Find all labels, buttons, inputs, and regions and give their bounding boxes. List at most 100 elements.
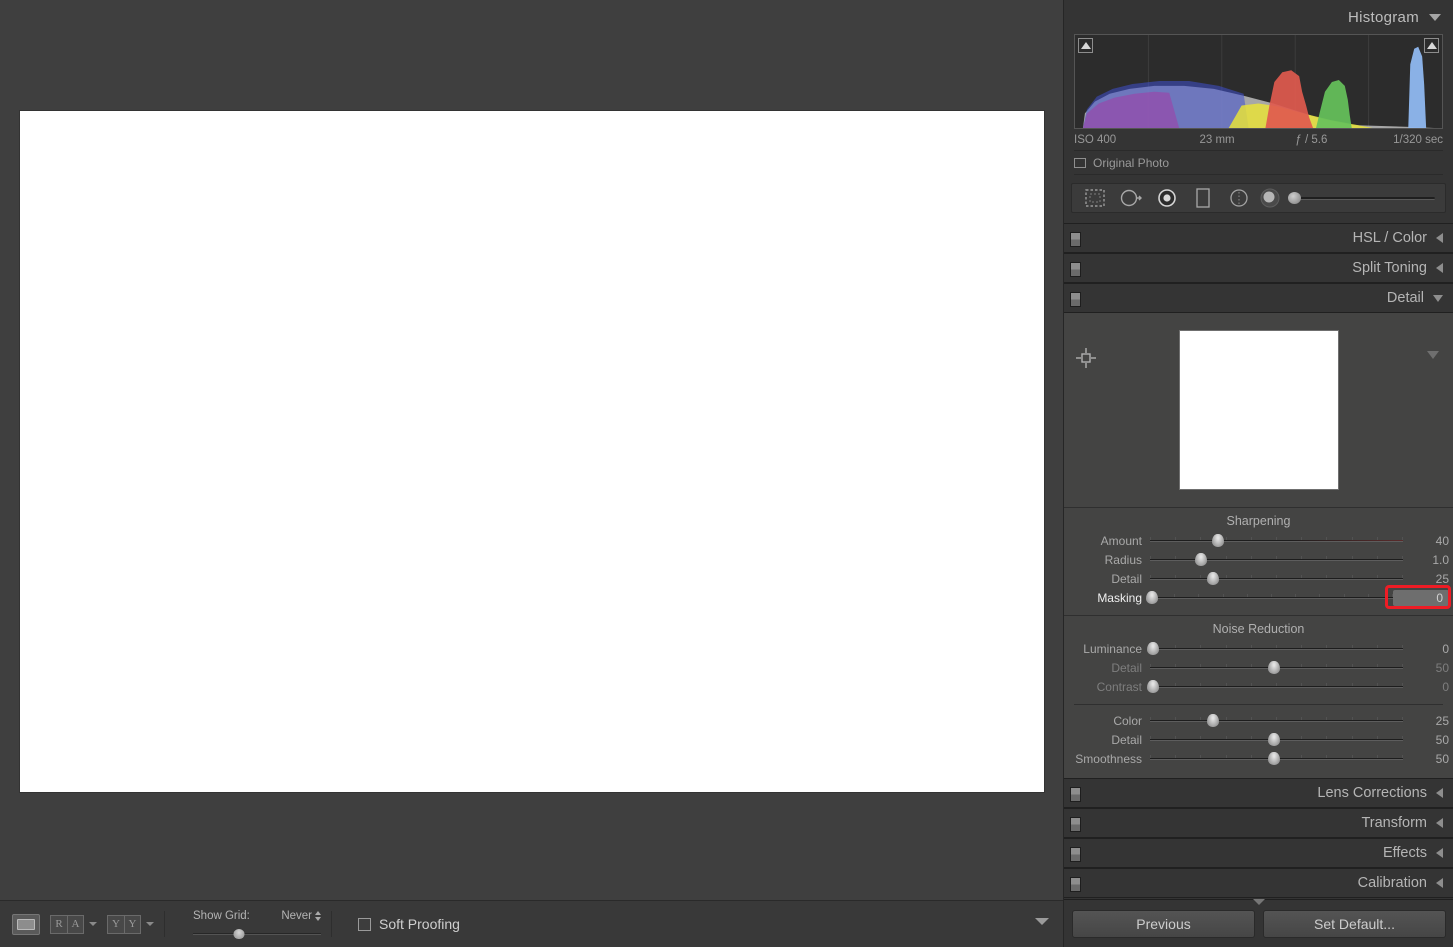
slider-knob-detail-sharpening[interactable] — [1207, 571, 1220, 585]
set-default-button[interactable]: Set Default... — [1263, 909, 1446, 938]
slider-row-color-detail[interactable]: Detail 50 — [1064, 730, 1453, 749]
chevron-left-icon[interactable] — [1436, 848, 1443, 858]
slider-row-smoothness[interactable]: Smoothness 50 — [1064, 749, 1453, 768]
before-after-caret-icon[interactable] — [89, 922, 97, 926]
slider-track-masking[interactable] — [1146, 590, 1393, 605]
panel-header-hsl-color[interactable]: HSL / Color — [1064, 223, 1453, 253]
before-after-button[interactable]: R A — [50, 914, 84, 934]
slider-label-masking: Masking — [1097, 590, 1142, 605]
panel-switch-detail[interactable] — [1070, 292, 1081, 307]
highlight-clipping-indicator[interactable] — [1424, 38, 1439, 53]
crop-icon[interactable] — [1078, 185, 1112, 211]
show-grid-stepper-icon[interactable] — [315, 910, 321, 921]
target-adjustment-icon[interactable] — [1076, 348, 1096, 368]
chevron-left-icon[interactable] — [1436, 878, 1443, 888]
panel-header-effects[interactable]: Effects — [1064, 838, 1453, 868]
chevron-left-icon[interactable] — [1436, 788, 1443, 798]
slider-value-color[interactable]: 25 — [1403, 714, 1449, 728]
slider-row-radius[interactable]: Radius 1.0 — [1064, 550, 1453, 569]
slider-value-luminance[interactable]: 0 — [1403, 642, 1449, 656]
toolbar-collapse-caret-icon[interactable] — [1035, 918, 1049, 925]
panel-switch-effects[interactable] — [1070, 847, 1081, 862]
triangle-down-icon[interactable] — [1427, 351, 1439, 359]
panel-header-split-toning[interactable]: Split Toning — [1064, 253, 1453, 283]
panel-switch-split-toning[interactable] — [1070, 262, 1081, 277]
panel-switch-hsl-color[interactable] — [1070, 232, 1081, 247]
panel-header-transform[interactable]: Transform — [1064, 808, 1453, 838]
chevron-left-icon[interactable] — [1436, 818, 1443, 828]
slider-row-detail-sharpening[interactable]: Detail 25 — [1064, 569, 1453, 588]
slider-knob-luminance-contrast[interactable] — [1146, 679, 1159, 693]
chevron-left-icon[interactable] — [1436, 233, 1443, 243]
histogram-header[interactable]: Histogram — [1064, 0, 1453, 34]
loupe-view-icon[interactable] — [12, 913, 40, 935]
slider-row-luminance[interactable]: Luminance 0 — [1064, 639, 1453, 658]
image-view-area[interactable] — [0, 0, 1063, 900]
panel-header-calibration[interactable]: Calibration — [1064, 868, 1453, 898]
graduated-filter-icon[interactable] — [1186, 185, 1220, 211]
red-eye-icon[interactable] — [1150, 185, 1184, 211]
shadow-clipping-indicator[interactable] — [1078, 38, 1093, 53]
show-grid-value[interactable]: Never — [281, 910, 312, 922]
original-photo-toggle[interactable]: Original Photo — [1074, 151, 1443, 175]
spot-removal-icon[interactable] — [1114, 185, 1148, 211]
slider-value-radius[interactable]: 1.0 — [1403, 553, 1449, 567]
slider-value-smoothness[interactable]: 50 — [1403, 752, 1449, 766]
compare-view-button[interactable]: Y Y — [107, 914, 141, 934]
panel-switch-calibration[interactable] — [1070, 877, 1081, 892]
slider-track-amount[interactable] — [1150, 533, 1403, 548]
radial-filter-icon[interactable] — [1222, 185, 1256, 211]
chevron-down-icon[interactable] — [1433, 294, 1443, 302]
slider-knob-radius[interactable] — [1194, 552, 1207, 566]
panel-header-detail[interactable]: Detail — [1064, 283, 1453, 313]
detail-zoom-preview[interactable] — [1178, 330, 1339, 490]
slider-knob-masking[interactable] — [1146, 590, 1159, 604]
compare-caret-icon[interactable] — [146, 922, 154, 926]
grid-size-slider[interactable] — [193, 928, 321, 939]
slider-value-masking[interactable]: 0 — [1393, 589, 1449, 606]
lightroom-develop-window: R A Y Y Show Grid: Never Soft Proofing H… — [0, 0, 1453, 947]
slider-track-smoothness[interactable] — [1150, 751, 1403, 766]
photo-canvas[interactable] — [20, 111, 1044, 792]
slider-knob-luminance[interactable] — [1146, 641, 1159, 655]
slider-value-detail-sharpening[interactable]: 25 — [1403, 572, 1449, 586]
slider-value-luminance-detail[interactable]: 50 — [1403, 661, 1449, 675]
panel-resize-caret-icon[interactable] — [1253, 899, 1265, 905]
soft-proofing-checkbox[interactable]: Soft Proofing — [358, 916, 460, 932]
slider-value-amount[interactable]: 40 — [1403, 534, 1449, 548]
slider-value-color-detail[interactable]: 50 — [1403, 733, 1449, 747]
slider-knob-amount[interactable] — [1212, 533, 1225, 547]
chevron-down-icon[interactable] — [1429, 13, 1441, 21]
slider-knob-color[interactable] — [1207, 713, 1220, 727]
detail-preview-area[interactable] — [1064, 313, 1453, 508]
brush-icon[interactable] — [1258, 185, 1284, 211]
slider-track-color[interactable] — [1150, 713, 1403, 728]
grid-slider-knob[interactable] — [233, 928, 245, 939]
slider-track-detail-sharpening[interactable] — [1150, 571, 1403, 586]
slider-knob-luminance-detail[interactable] — [1267, 660, 1280, 674]
slider-track-color-detail[interactable] — [1150, 732, 1403, 747]
slider-row-amount[interactable]: Amount 40 — [1064, 531, 1453, 550]
slider-knob-smoothness[interactable] — [1267, 751, 1280, 765]
slider-row-masking[interactable]: Masking 0 — [1064, 585, 1453, 609]
show-grid-control: Show Grid: Never — [193, 910, 321, 939]
slider-row-luminance-detail[interactable]: Detail 50 — [1064, 658, 1453, 677]
panel-header-lens-corrections[interactable]: Lens Corrections — [1064, 778, 1453, 808]
slider-row-luminance-contrast[interactable]: Contrast 0 — [1064, 677, 1453, 696]
brush-slider-knob[interactable] — [1288, 192, 1301, 204]
brush-size-slider[interactable] — [1288, 192, 1435, 204]
slider-row-color[interactable]: Color 25 — [1064, 711, 1453, 730]
slider-knob-color-detail[interactable] — [1267, 732, 1280, 746]
panel-switch-transform[interactable] — [1070, 817, 1081, 832]
slider-track-luminance-detail[interactable] — [1150, 660, 1403, 675]
previous-button[interactable]: Previous — [1072, 909, 1255, 938]
slider-track-luminance-contrast[interactable] — [1146, 679, 1403, 694]
panel-switch-lens-corrections[interactable] — [1070, 787, 1081, 802]
soft-proofing-checkbox-box[interactable] — [358, 917, 371, 931]
slider-track-luminance[interactable] — [1146, 641, 1403, 656]
original-photo-checkbox-icon[interactable] — [1074, 157, 1086, 168]
histogram-graph[interactable] — [1074, 34, 1443, 129]
slider-value-luminance-contrast[interactable]: 0 — [1403, 680, 1449, 694]
slider-track-radius[interactable] — [1150, 552, 1403, 567]
chevron-left-icon[interactable] — [1436, 263, 1443, 273]
